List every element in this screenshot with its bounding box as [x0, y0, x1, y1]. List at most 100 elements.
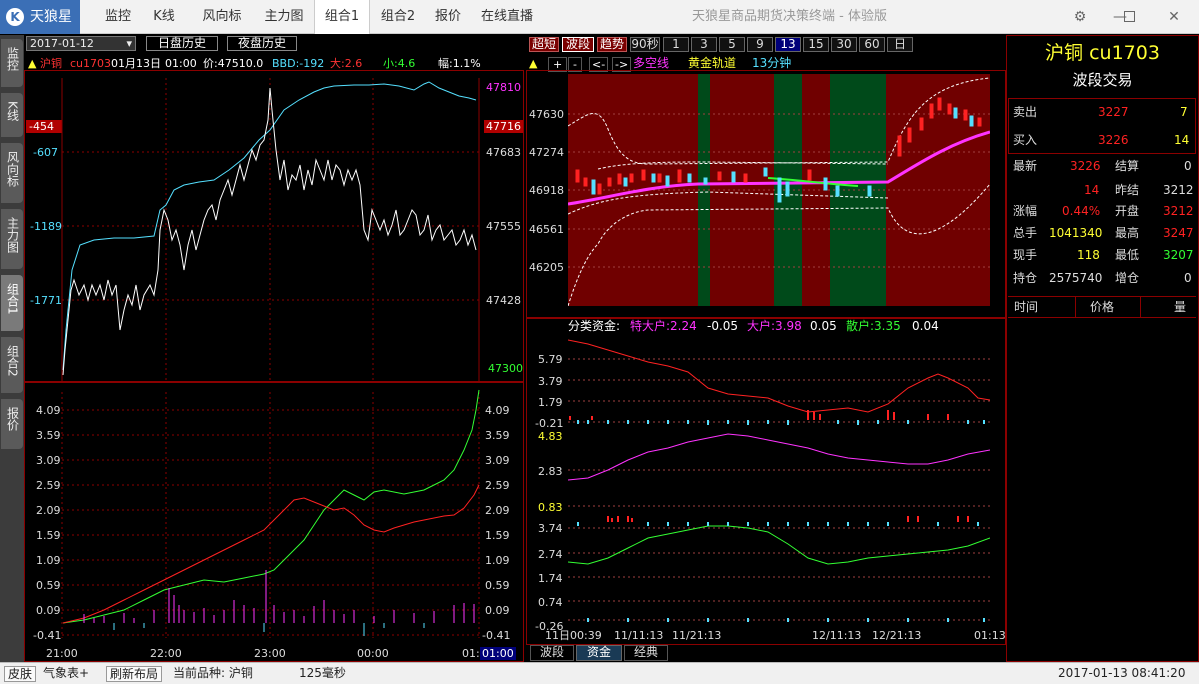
tab-combo1[interactable]: 组合1 [314, 0, 370, 34]
period-trend[interactable]: 趋势 [597, 37, 627, 52]
tool-up-icon[interactable]: ▲ [529, 57, 537, 70]
stat-label: 现手 [1013, 248, 1038, 262]
stat-label: 最低 [1115, 248, 1140, 262]
intraday-gridlines [61, 78, 480, 638]
info-code: cu1703 [70, 57, 112, 70]
tab-combo2[interactable]: 组合2 [372, 0, 424, 34]
current-product: 当前品种: 沪铜 [173, 666, 253, 680]
side-tab-main[interactable]: 主力图 [1, 209, 23, 269]
day-history-button[interactable]: 日盘历史 [146, 36, 218, 51]
kline-x-label: 11/11:13 [614, 629, 664, 642]
tab-wind[interactable]: 风向标 [192, 0, 252, 34]
side-tabs: 监控 K线 风向标 主力图 组合1 组合2 报价 [0, 35, 24, 662]
col-volume: 量 [1174, 300, 1187, 314]
tab-live[interactable]: 在线直播 [474, 0, 540, 34]
kline-x-label: 01:13 [974, 629, 1006, 642]
period-13[interactable]: 13 [775, 37, 801, 52]
kline-x-label: 12/11:13 [812, 629, 862, 642]
app-logo-text: 天狼星 [30, 9, 72, 25]
buy-volume: 14 [1174, 133, 1190, 147]
latency: 125毫秒 [299, 666, 346, 680]
ticks-header: 时间 价格 量 [1008, 296, 1196, 318]
period-3[interactable]: 3 [691, 37, 717, 52]
bottom-tab-band[interactable]: 波段 [530, 645, 574, 661]
col-divider [1075, 297, 1076, 317]
period-15[interactable]: 15 [803, 37, 829, 52]
period-30[interactable]: 30 [831, 37, 857, 52]
fund-y1-label: 3.79 [538, 375, 563, 388]
side-tab-combo2[interactable]: 组合2 [1, 337, 23, 393]
side-tab-monitor[interactable]: 监控 [1, 39, 23, 87]
stat-label: 总手 [1013, 226, 1038, 240]
stat-value: 3212 [1163, 183, 1194, 197]
side-tab-label: K线 [5, 101, 20, 121]
big-holder-line [568, 433, 990, 481]
price-y-label: 47630 [529, 108, 564, 121]
sell-volume: 7 [1180, 105, 1188, 119]
fund-y2-label: 2.83 [538, 465, 563, 478]
stat-label: 持仓 [1013, 271, 1038, 285]
legend-long-short: 多空线 [633, 56, 670, 70]
info-time: 01:00 [165, 57, 197, 70]
side-tab-label: 风向标 [5, 151, 20, 187]
close-button[interactable]: ✕ [1154, 0, 1194, 34]
tab-monitor[interactable]: 监控 [96, 0, 140, 34]
period-5[interactable]: 5 [719, 37, 745, 52]
tab-main-chart[interactable]: 主力图 [256, 0, 312, 34]
skin-button[interactable]: 皮肤 [4, 666, 37, 682]
tab-kline[interactable]: K线 [144, 0, 184, 34]
period-day[interactable]: 日 [887, 37, 913, 52]
info-price: 价:47510.0 [203, 57, 264, 70]
status-datetime: 2017-01-13 08:41:20 [1058, 666, 1186, 680]
price-y-label: 46205 [529, 261, 564, 274]
period-1[interactable]: 1 [663, 37, 689, 52]
buy-price: 3226 [1098, 133, 1129, 147]
period-90s[interactable]: 90秒 [630, 37, 660, 52]
col-time: 时间 [1014, 300, 1039, 314]
bottom-tab-classic[interactable]: 经典 [624, 645, 668, 661]
tab-quote[interactable]: 报价 [428, 0, 468, 34]
quote-subtitle: 波段交易 [1072, 71, 1133, 89]
volume-bars-negative [113, 623, 425, 636]
side-tab-wind[interactable]: 风向标 [1, 143, 23, 203]
side-tab-combo1[interactable]: 组合1 [1, 275, 23, 331]
period-band[interactable]: 波段 [562, 37, 594, 52]
fund-y3-label: 0.74 [538, 596, 563, 609]
fund-chart [568, 339, 990, 622]
refresh-layout-button[interactable]: 刷新布局 [106, 666, 163, 682]
fund-bars-red [569, 410, 969, 522]
red-indicator-line [62, 484, 480, 624]
status-bar: 皮肤 气象表+ 刷新布局 当前品种: 沪铜 125毫秒 2017-01-13 0… [0, 662, 1199, 684]
period-ultra-short[interactable]: 超短 [529, 37, 559, 52]
side-tab-label: 组合2 [5, 345, 20, 377]
stat-value: 14 [1084, 183, 1100, 197]
info-date: 01月13日 [111, 57, 161, 70]
kline-x-label: 11日00:39 [545, 629, 602, 642]
side-tab-kline[interactable]: K线 [1, 93, 23, 137]
weather-button[interactable]: 气象表+ [40, 666, 92, 682]
window-title: 天狼星商品期货决策终端 - 体验版 [692, 9, 887, 24]
stat-value: 0 [1184, 271, 1192, 285]
stat-value: 1041340 [1049, 226, 1103, 240]
bottom-tab-fund[interactable]: 资金 [576, 645, 622, 661]
info-small: 小:4.6 [383, 57, 416, 70]
stat-label: 开盘 [1115, 204, 1140, 218]
stat-value: 0 [1184, 159, 1192, 173]
kline-chart [568, 74, 990, 306]
fund-bars-cyan [577, 420, 985, 622]
period-9[interactable]: 9 [747, 37, 773, 52]
fund-y2-label: 0.83 [538, 501, 563, 514]
date-select[interactable]: 2017-01-12 [26, 36, 136, 51]
buy-label: 买入 [1013, 133, 1038, 147]
stat-value: 3207 [1163, 248, 1194, 262]
settings-icon[interactable]: ⚙ [1060, 0, 1100, 34]
fund-y3-label: 2.74 [538, 548, 563, 561]
price-y-label: 46561 [529, 223, 564, 236]
night-history-button[interactable]: 夜盘历史 [227, 36, 297, 51]
fund-y2-label: 4.83 [538, 430, 563, 443]
stat-label: 最新 [1013, 159, 1038, 173]
info-range: 幅:1.1% [438, 57, 481, 70]
period-60[interactable]: 60 [859, 37, 885, 52]
side-tab-quote[interactable]: 报价 [1, 399, 23, 449]
fund-grid [568, 358, 990, 621]
